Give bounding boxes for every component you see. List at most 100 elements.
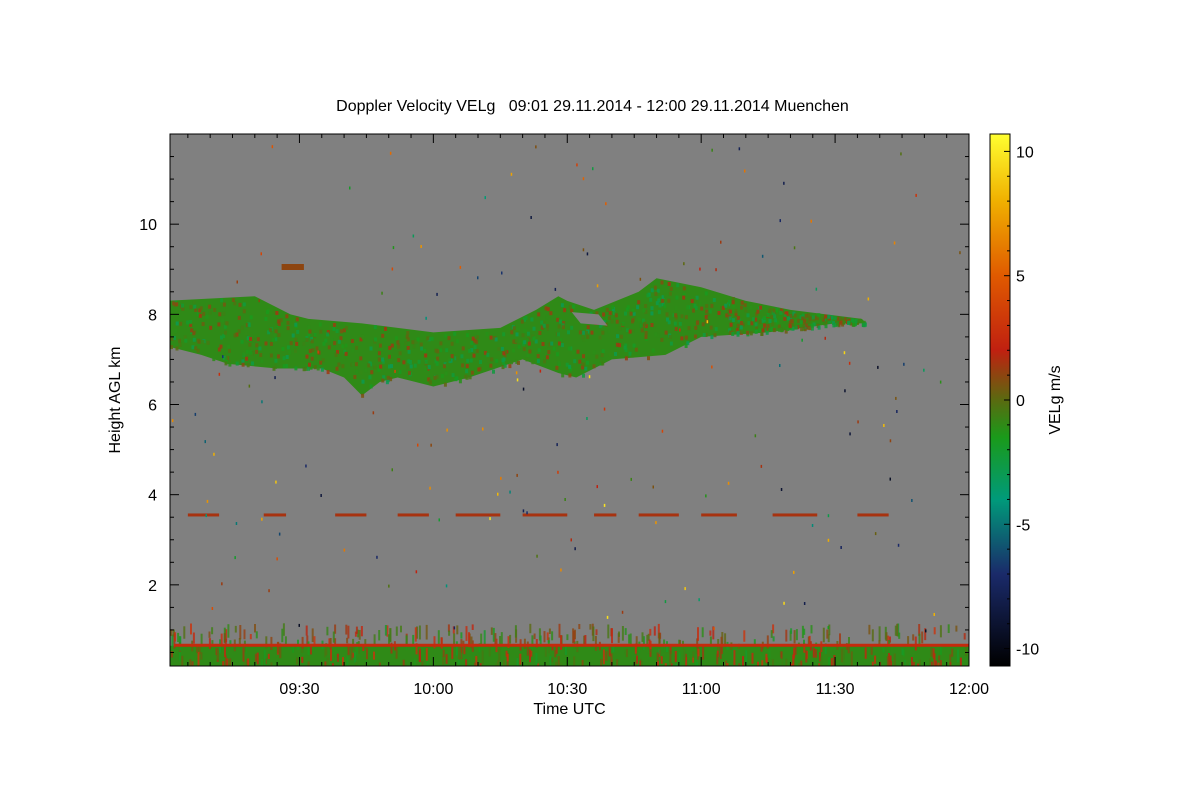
cloud-cell — [167, 328, 170, 332]
ground-cell — [495, 662, 498, 666]
cloud-cell — [592, 364, 596, 369]
cloud-cell — [510, 330, 514, 335]
cloud-cell — [790, 319, 794, 324]
speckle — [213, 452, 215, 456]
ground-cell — [647, 653, 650, 660]
ground-cell — [549, 656, 552, 666]
speckle — [603, 407, 606, 411]
cloud-cell — [255, 349, 259, 354]
cloud-cell — [643, 321, 647, 326]
speckle — [570, 538, 572, 542]
cloud-cell — [436, 356, 440, 361]
ground-cell — [909, 662, 912, 666]
ground-cell — [822, 627, 825, 643]
ground-cell — [400, 625, 402, 633]
cloud-cell — [661, 298, 664, 303]
cloud-cell — [175, 302, 179, 307]
cloud-cell — [690, 299, 694, 304]
cloud-cell — [367, 363, 371, 368]
ground-cell — [292, 646, 295, 653]
speckle — [509, 490, 511, 494]
cloud-cell — [424, 367, 428, 372]
cloud-cell — [476, 330, 480, 335]
ground-cell — [951, 648, 954, 657]
red-line — [174, 643, 969, 647]
speckle — [877, 365, 879, 369]
speckle — [554, 287, 557, 291]
cloud-cell — [586, 360, 589, 365]
cloud-cell — [209, 325, 213, 330]
ground-cell — [220, 633, 223, 645]
cloud-cell — [344, 351, 348, 356]
cloud-cell — [412, 344, 416, 349]
cloud-cell — [222, 302, 226, 307]
speckle — [235, 522, 238, 525]
cloud-cell — [650, 288, 654, 293]
ground-cell — [324, 661, 327, 666]
cloud-cell — [542, 323, 546, 328]
ground-cell — [229, 658, 232, 666]
cloud-cell — [667, 282, 671, 286]
ground-cell — [529, 623, 532, 634]
cloud-cell — [178, 342, 182, 347]
cloud-cell — [664, 330, 668, 335]
cloud-cell — [319, 360, 323, 365]
speckle — [827, 538, 830, 542]
cloud-cell — [684, 344, 688, 348]
speckle — [698, 598, 700, 602]
speckle — [713, 627, 715, 631]
cloud-cell — [760, 332, 764, 336]
cloud-cell — [224, 361, 228, 366]
cloud-cell — [763, 323, 766, 328]
colorbar: 10 5 0 -5 -10 VELg m/s — [989, 133, 1064, 667]
ground-cell — [616, 659, 619, 666]
speckle — [889, 477, 891, 481]
cloud-cell — [778, 327, 782, 332]
colorbar-tick-label: 0 — [1016, 393, 1025, 410]
ground-cell — [768, 648, 771, 659]
cloud-cell — [390, 364, 393, 369]
speckle — [793, 570, 795, 574]
cloud-cell — [797, 318, 801, 323]
ground-cell — [868, 624, 871, 635]
cloud-cell — [184, 338, 188, 343]
cloud-cell — [527, 341, 531, 346]
cloud-cell — [264, 341, 268, 346]
cloud-cell — [460, 354, 464, 359]
cloud-cell — [319, 329, 323, 334]
ground-cell — [574, 629, 576, 640]
cloud-cell — [166, 304, 169, 308]
speckle — [222, 355, 224, 359]
cloud-cell — [537, 312, 541, 317]
speckle — [274, 376, 276, 380]
x-tick-label: 11:00 — [682, 681, 721, 698]
cloud-cell — [526, 331, 530, 336]
speckle — [430, 443, 432, 447]
cloud-cell — [629, 311, 633, 316]
speckle — [606, 615, 609, 619]
ground-cell — [839, 633, 841, 645]
ground-cell — [621, 626, 624, 641]
ground-cell — [189, 659, 192, 666]
ground-cell — [197, 651, 200, 666]
speckle — [592, 167, 594, 171]
cloud-cell — [332, 327, 336, 331]
cloud-cell — [508, 364, 512, 369]
cloud-cell — [728, 316, 732, 321]
cloud-cell — [605, 307, 609, 312]
ground-cell — [761, 660, 764, 666]
ground-cell — [421, 660, 424, 666]
ground-cell — [874, 655, 877, 664]
speckle — [684, 587, 686, 591]
cloud-cell — [692, 308, 695, 313]
speckle — [634, 316, 636, 319]
cloud-cell — [465, 369, 469, 374]
cloud-cell — [775, 308, 779, 313]
ground-cell — [263, 650, 266, 666]
x-tick-label: 10:00 — [413, 681, 453, 698]
cloud-cell — [861, 322, 865, 327]
cloud-cell — [667, 298, 671, 303]
speckle — [429, 486, 431, 490]
cloud-cell — [724, 303, 728, 308]
cloud-cell — [637, 300, 641, 305]
